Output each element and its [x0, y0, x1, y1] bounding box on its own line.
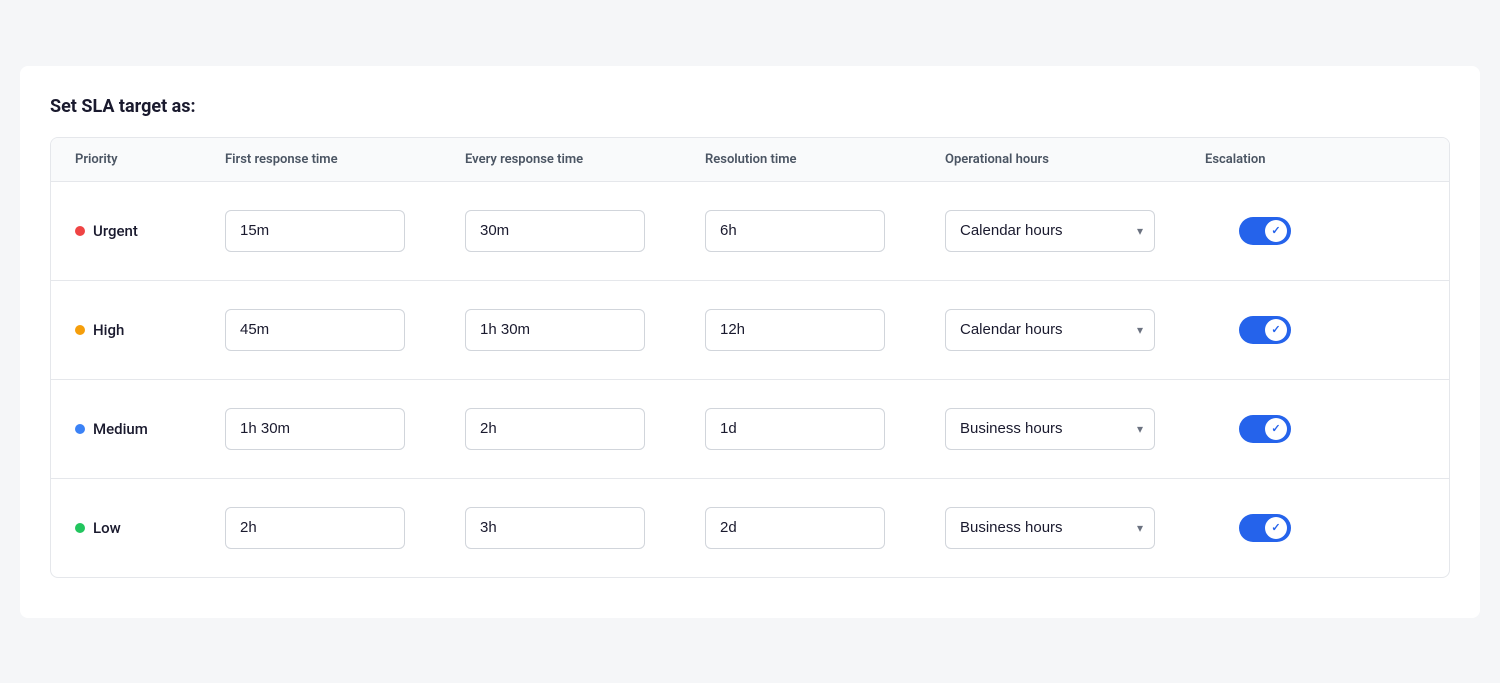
operational-cell-high: Calendar hours Business hours ▾ [945, 309, 1205, 351]
resolution-input-medium[interactable] [705, 408, 885, 450]
resolution-cell-urgent [705, 210, 945, 252]
table-row: Medium Calendar hours Business hours ▾ [51, 380, 1449, 479]
toggle-check-icon-low: ✓ [1271, 521, 1280, 534]
first-response-input-urgent[interactable] [225, 210, 405, 252]
resolution-cell-medium [705, 408, 945, 450]
every-response-input-high[interactable] [465, 309, 645, 351]
toggle-check-icon-medium: ✓ [1271, 422, 1280, 435]
priority-dot-urgent [75, 226, 85, 236]
operational-select-wrapper-low: Calendar hours Business hours ▾ [945, 507, 1155, 549]
operational-cell-medium: Calendar hours Business hours ▾ [945, 408, 1205, 450]
resolution-cell-high [705, 309, 945, 351]
operational-cell-low: Calendar hours Business hours ▾ [945, 507, 1205, 549]
resolution-cell-low [705, 507, 945, 549]
header-priority: Priority [75, 152, 225, 167]
priority-dot-low [75, 523, 85, 533]
escalation-cell-low: ✓ [1205, 514, 1325, 542]
priority-dot-high [75, 325, 85, 335]
resolution-input-urgent[interactable] [705, 210, 885, 252]
table-body: Urgent Calendar hours Business hours ▾ [51, 182, 1449, 577]
sla-container: Set SLA target as: Priority First respon… [20, 66, 1480, 618]
toggle-knob-low: ✓ [1265, 517, 1287, 539]
page-title: Set SLA target as: [50, 96, 1450, 117]
toggle-check-icon-urgent: ✓ [1271, 224, 1280, 237]
toggle-knob-medium: ✓ [1265, 418, 1287, 440]
first-response-input-medium[interactable] [225, 408, 405, 450]
first-response-cell-urgent [225, 210, 465, 252]
escalation-cell-urgent: ✓ [1205, 217, 1325, 245]
toggle-knob-urgent: ✓ [1265, 220, 1287, 242]
priority-label-urgent: Urgent [93, 222, 138, 240]
escalation-toggle-medium[interactable]: ✓ [1239, 415, 1291, 443]
operational-select-high[interactable]: Calendar hours Business hours [945, 309, 1155, 351]
priority-cell-high: High [75, 321, 225, 339]
toggle-check-icon-high: ✓ [1271, 323, 1280, 336]
priority-dot-medium [75, 424, 85, 434]
escalation-toggle-urgent[interactable]: ✓ [1239, 217, 1291, 245]
sla-table: Priority First response time Every respo… [50, 137, 1450, 578]
every-response-cell-medium [465, 408, 705, 450]
every-response-input-low[interactable] [465, 507, 645, 549]
header-resolution: Resolution time [705, 152, 945, 167]
first-response-cell-high [225, 309, 465, 351]
table-header: Priority First response time Every respo… [51, 138, 1449, 182]
operational-cell-urgent: Calendar hours Business hours ▾ [945, 210, 1205, 252]
every-response-cell-high [465, 309, 705, 351]
table-row: Low Calendar hours Business hours ▾ [51, 479, 1449, 577]
priority-cell-urgent: Urgent [75, 222, 225, 240]
resolution-input-high[interactable] [705, 309, 885, 351]
toggle-knob-high: ✓ [1265, 319, 1287, 341]
every-response-input-urgent[interactable] [465, 210, 645, 252]
every-response-cell-low [465, 507, 705, 549]
header-operational: Operational hours [945, 152, 1205, 167]
escalation-cell-high: ✓ [1205, 316, 1325, 344]
header-every-response: Every response time [465, 152, 705, 167]
escalation-cell-medium: ✓ [1205, 415, 1325, 443]
first-response-cell-low [225, 507, 465, 549]
escalation-toggle-low[interactable]: ✓ [1239, 514, 1291, 542]
operational-select-wrapper-high: Calendar hours Business hours ▾ [945, 309, 1155, 351]
escalation-toggle-high[interactable]: ✓ [1239, 316, 1291, 344]
every-response-input-medium[interactable] [465, 408, 645, 450]
resolution-input-low[interactable] [705, 507, 885, 549]
table-row: High Calendar hours Business hours ▾ [51, 281, 1449, 380]
priority-label-low: Low [93, 519, 121, 537]
priority-label-medium: Medium [93, 420, 148, 438]
operational-select-urgent[interactable]: Calendar hours Business hours [945, 210, 1155, 252]
operational-select-low[interactable]: Calendar hours Business hours [945, 507, 1155, 549]
first-response-input-low[interactable] [225, 507, 405, 549]
header-escalation: Escalation [1205, 152, 1325, 167]
every-response-cell-urgent [465, 210, 705, 252]
operational-select-wrapper-urgent: Calendar hours Business hours ▾ [945, 210, 1155, 252]
operational-select-medium[interactable]: Calendar hours Business hours [945, 408, 1155, 450]
priority-label-high: High [93, 321, 124, 339]
operational-select-wrapper-medium: Calendar hours Business hours ▾ [945, 408, 1155, 450]
priority-cell-medium: Medium [75, 420, 225, 438]
first-response-input-high[interactable] [225, 309, 405, 351]
table-row: Urgent Calendar hours Business hours ▾ [51, 182, 1449, 281]
first-response-cell-medium [225, 408, 465, 450]
priority-cell-low: Low [75, 519, 225, 537]
header-first-response: First response time [225, 152, 465, 167]
